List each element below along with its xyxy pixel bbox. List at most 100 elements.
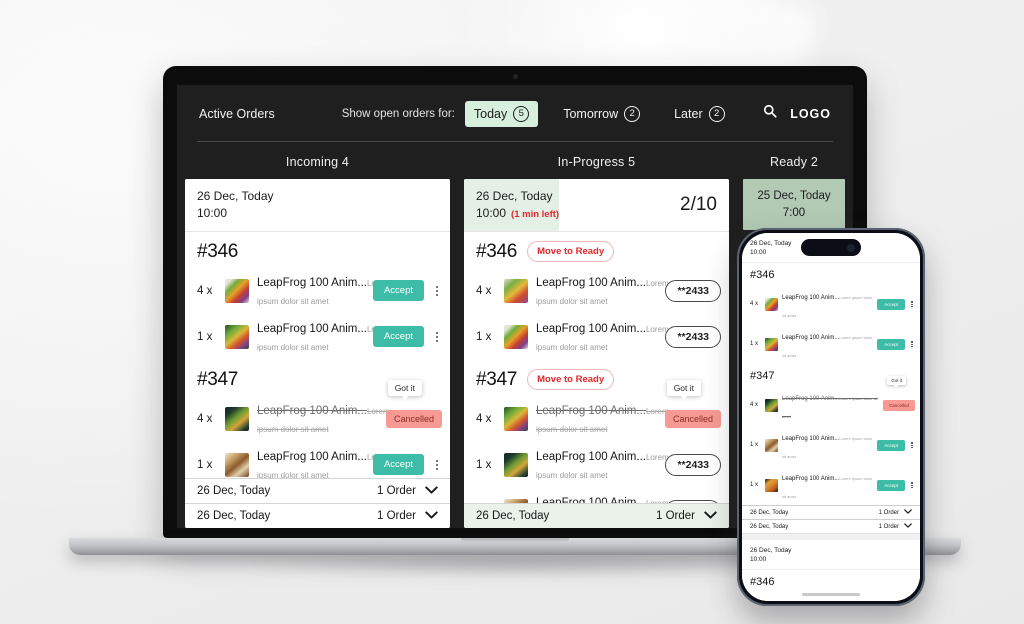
order-group-header: #346 Move to Ready: [464, 232, 729, 268]
phone-accept-button[interactable]: Accept: [877, 298, 905, 310]
item-menu-icon[interactable]: [432, 331, 442, 342]
item-thumbnail: [225, 278, 249, 303]
order-code-pill[interactable]: **2433: [665, 499, 721, 503]
collapsed-count: 1 Order: [656, 510, 695, 522]
item-thumbnail: [504, 452, 528, 477]
filter-chip-tomorrow[interactable]: Tomorrow 2: [554, 101, 649, 127]
collapsed-date: 26 Dec, Today: [197, 485, 271, 497]
order-number: #346: [476, 240, 518, 262]
in-progress-time: 10:00: [476, 206, 507, 221]
phone-got-it-tooltip[interactable]: Got it: [887, 376, 906, 389]
item-name: LeapFrog 100 Anim...: [536, 496, 646, 503]
phone-item-name: LeapFrog 100 Anim...: [782, 335, 840, 342]
phone-card-header: 26 Dec, Today 10:00: [742, 540, 920, 571]
chevron-down-icon[interactable]: [425, 485, 438, 497]
accept-button[interactable]: Accept: [372, 326, 424, 348]
phone-item-quantity: 1 x: [750, 482, 759, 489]
item-thumbnail: [225, 324, 249, 349]
phone-collapsed-date: 26 Dec, Today: [750, 509, 789, 516]
item-menu-icon[interactable]: [909, 301, 915, 308]
item-quantity: 4 x: [197, 412, 213, 425]
filter-chip-label: Tomorrow: [563, 106, 619, 121]
filter-label: Show open orders for:: [341, 107, 455, 120]
header-right: LOGO: [763, 104, 831, 123]
incoming-collapsed-rows: 26 Dec, Today 1 Order 26 Dec, Today 1 Order: [185, 478, 450, 528]
got-it-tooltip[interactable]: Got it: [387, 379, 422, 400]
chevron-down-icon[interactable]: [904, 523, 912, 530]
phone-item-name: LeapFrog 100 Anim...: [782, 295, 840, 302]
order-item-row: 1 xLeapFrog 100 Anim...Lorem ipsum dolor…: [464, 488, 729, 503]
column-title-in-progress: In-Progress 5: [557, 155, 636, 169]
search-icon[interactable]: [763, 104, 777, 123]
order-item-row: 1 xLeapFrog 100 Anim...Lorem ipsum dolor…: [464, 314, 729, 360]
incoming-order-list: #3464 xLeapFrog 100 Anim...Lorem ipsum d…: [185, 232, 450, 478]
collapsed-order-row[interactable]: 26 Dec, Today 1 Order: [185, 503, 450, 528]
collapsed-count: 1 Order: [377, 485, 416, 497]
phone-accept-button[interactable]: Accept: [877, 439, 905, 451]
phone-order-item-row: 4 xLeapFrog 100 Anim...Lorem ipsum dolor…: [742, 284, 920, 324]
item-thumbnail: [504, 406, 528, 431]
move-to-ready-button[interactable]: Move to Ready: [527, 241, 615, 263]
phone-collapsed-order-row[interactable]: 26 Dec, Today 1 Order: [742, 519, 920, 534]
item-name: LeapFrog 100 Anim...: [536, 404, 646, 417]
item-menu-icon[interactable]: [909, 341, 915, 348]
item-menu-icon[interactable]: [909, 482, 915, 489]
phone-order-item-row: 1 x LeapFrog 100 Anim...Lorem ipsum dolor…: [742, 425, 920, 465]
ready-card[interactable]: 25 Dec, Today 7:00: [743, 179, 845, 231]
in-progress-date: 26 Dec, Today: [476, 189, 553, 203]
item-quantity: 1 x: [197, 330, 213, 343]
item-menu-icon[interactable]: [432, 285, 442, 296]
cancelled-badge: Cancelled: [664, 409, 721, 428]
collapsed-order-row[interactable]: 26 Dec, Today 1 Order: [464, 503, 729, 528]
filter-chip-later[interactable]: Later 2: [665, 101, 734, 127]
phone-accept-button[interactable]: Accept: [877, 338, 905, 350]
phone-item-thumbnail: [765, 337, 778, 351]
phone-item-name: LeapFrog 100 Anim...: [782, 476, 840, 483]
phone-collapsed-order-row[interactable]: 26 Dec, Today 1 Order: [742, 505, 920, 520]
collapsed-order-row[interactable]: 26 Dec, Today 1 Order: [185, 478, 450, 503]
item-menu-icon[interactable]: [909, 442, 915, 449]
phone-order-group-header: #346: [742, 570, 920, 591]
phone-accept-button[interactable]: Accept: [877, 479, 905, 491]
accept-button[interactable]: Accept: [372, 454, 424, 476]
order-item-row: Got it 4 x LeapFrog 100 Anim...Lorem ipsum…: [464, 379, 729, 442]
filter-chip-group: Today 5 Tomorrow 2 Later 2: [464, 100, 734, 127]
phone-screen: 26 Dec, Today 10:00 #346 4 x LeapFrog 100 An…: [742, 233, 920, 601]
order-item-row: 4 xLeapFrog 100 Anim...Lorem ipsum dolor…: [464, 268, 729, 314]
phone-collapsed-count: 1 Order: [878, 523, 899, 530]
accept-button[interactable]: Accept: [372, 280, 424, 302]
in-progress-card: 26 Dec, Today 10:00 (1 min left) 2/10 #34…: [464, 179, 729, 528]
chevron-down-icon[interactable]: [425, 510, 438, 522]
phone-order-item-row: Got it 4 x LeapFrog 100 Anim...Lorem ipsum…: [742, 376, 920, 425]
item-menu-icon[interactable]: [432, 459, 442, 470]
progress-counter: 2/10: [680, 194, 717, 216]
collapsed-count: 1 Order: [377, 510, 416, 522]
incoming-date: 26 Dec, Today: [197, 189, 274, 203]
phone-order-number: #346: [750, 269, 775, 282]
home-indicator: [802, 593, 860, 596]
phone-order-list[interactable]: 26 Dec, Today 10:00 #346 4 x LeapFrog 100 An…: [742, 233, 920, 601]
chevron-down-icon[interactable]: [704, 510, 717, 522]
order-code-pill[interactable]: **2433: [665, 453, 721, 476]
phone-item-quantity: 1 x: [750, 442, 759, 449]
filter-chip-label: Later: [674, 106, 703, 121]
item-quantity: 1 x: [476, 458, 492, 471]
item-thumbnail: [504, 278, 528, 303]
chevron-down-icon[interactable]: [904, 509, 912, 516]
filter-chip-today[interactable]: Today 5: [464, 100, 539, 127]
item-thumbnail: [225, 406, 249, 431]
phone-item-thumbnail: [765, 478, 778, 492]
order-item-row: 1 xLeapFrog 100 Anim...Lorem ipsum dolor…: [185, 442, 450, 478]
phone-card-time: 10:00: [750, 556, 767, 564]
column-title-incoming: Incoming 4: [285, 155, 350, 169]
incoming-time: 10:00: [197, 206, 228, 221]
filter-chip-label: Today: [473, 106, 508, 121]
order-code-pill[interactable]: **2433: [665, 279, 721, 302]
item-quantity: 4 x: [476, 284, 492, 297]
move-to-ready-button[interactable]: Move to Ready: [527, 369, 615, 391]
phone-order-number: #346: [750, 576, 775, 589]
got-it-tooltip[interactable]: Got it: [666, 379, 701, 400]
order-code-pill[interactable]: **2433: [665, 325, 721, 348]
item-quantity: 4 x: [476, 412, 492, 425]
item-quantity: 1 x: [476, 330, 492, 343]
